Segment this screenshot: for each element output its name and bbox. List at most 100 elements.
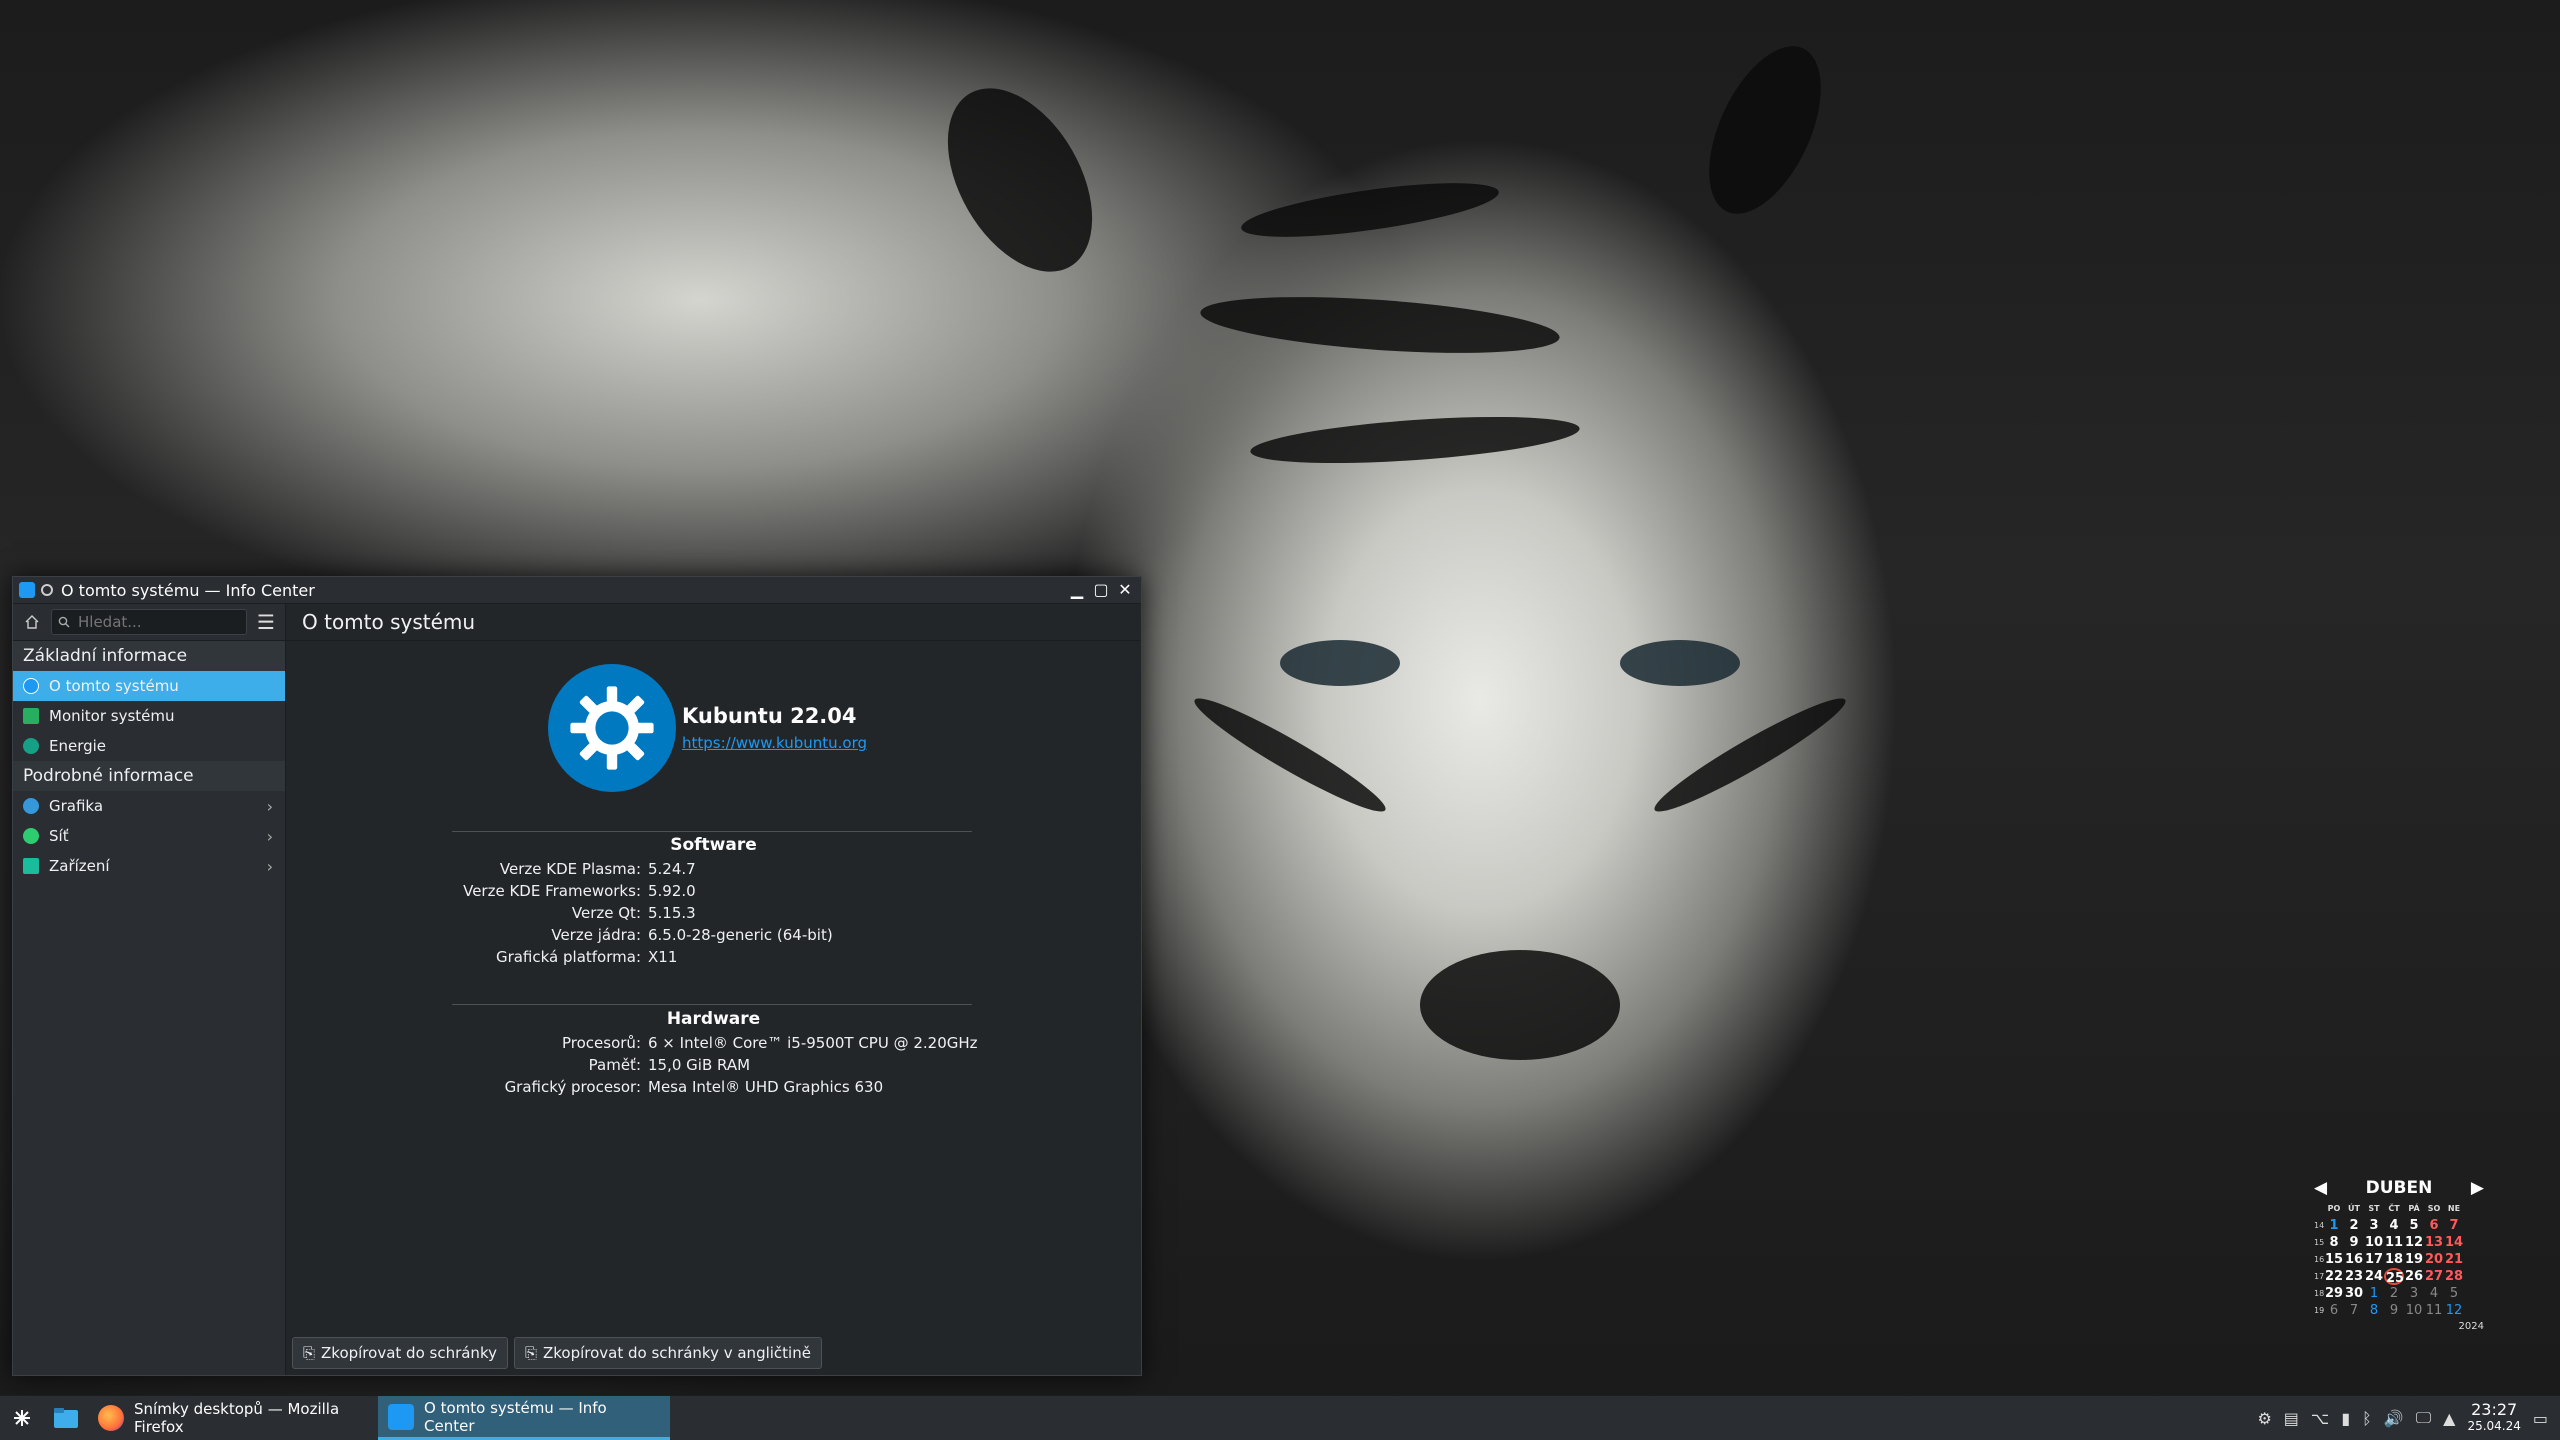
file-manager-button[interactable] bbox=[44, 1396, 88, 1440]
page-title: O tomto systému bbox=[286, 604, 1141, 641]
sidebar-item-system-monitor[interactable]: Monitor systému bbox=[13, 701, 285, 731]
display-icon[interactable]: 🖵 bbox=[2416, 1408, 2431, 1428]
calendar-day-header: PÁ bbox=[2408, 1204, 2420, 1213]
task-firefox[interactable]: Snímky desktopů — Mozilla Firefox bbox=[88, 1396, 378, 1440]
sidebar-item-energy[interactable]: Energie bbox=[13, 731, 285, 761]
calendar-day[interactable]: 2 bbox=[2384, 1285, 2404, 1302]
pin-icon[interactable] bbox=[41, 584, 53, 596]
calendar-day[interactable]: 4 bbox=[2424, 1285, 2444, 1302]
calendar-day-header: ST bbox=[2368, 1204, 2380, 1213]
sidebar-item-network[interactable]: Síť › bbox=[13, 821, 285, 851]
sidebar-item-label: Energie bbox=[49, 737, 107, 755]
minimize-button[interactable]: ▁ bbox=[1067, 580, 1087, 600]
battery-icon[interactable]: ▮ bbox=[2341, 1409, 2350, 1428]
calendar-day[interactable]: 20 bbox=[2424, 1251, 2444, 1268]
calendar-day[interactable]: 7 bbox=[2444, 1217, 2464, 1234]
show-desktop-icon[interactable]: ▭ bbox=[2533, 1409, 2548, 1428]
info-icon bbox=[23, 678, 39, 694]
taskbar: Snímky desktopů — Mozilla Firefox O tomt… bbox=[0, 1395, 2560, 1440]
firefox-icon bbox=[98, 1405, 124, 1431]
software-title: Software bbox=[670, 835, 757, 855]
calendar-day[interactable]: 11 bbox=[2424, 1302, 2444, 1319]
software-row: Verze jádra: 6.5.0-28-generic (64-bit) bbox=[551, 926, 833, 944]
calendar-day[interactable]: 5 bbox=[2444, 1285, 2464, 1302]
kde-connect-icon[interactable]: ⌥ bbox=[2311, 1409, 2329, 1428]
search-box[interactable] bbox=[51, 609, 247, 635]
digital-clock[interactable]: 23:27 25.04.24 bbox=[2467, 1402, 2520, 1434]
calendar-day[interactable]: 27 bbox=[2424, 1268, 2444, 1285]
calendar-day[interactable]: 12 bbox=[2404, 1234, 2424, 1251]
network-icon[interactable]: ⚙ bbox=[2257, 1409, 2271, 1428]
application-launcher-button[interactable] bbox=[0, 1396, 44, 1440]
calendar-day[interactable]: 1 bbox=[2324, 1217, 2344, 1234]
calendar-day[interactable]: 2 bbox=[2344, 1217, 2364, 1234]
volume-icon[interactable]: 🔊 bbox=[2384, 1409, 2404, 1428]
calendar-day[interactable]: 30 bbox=[2344, 1285, 2364, 1302]
calendar-day[interactable]: 3 bbox=[2364, 1217, 2384, 1234]
hamburger-menu-button[interactable]: ☰ bbox=[253, 609, 279, 635]
calendar-day[interactable]: 6 bbox=[2424, 1217, 2444, 1234]
clipboard-icon[interactable]: ▤ bbox=[2284, 1409, 2299, 1428]
bluetooth-icon[interactable]: ᛒ bbox=[2362, 1409, 2372, 1428]
prev-month-button[interactable]: ◀ bbox=[2314, 1178, 2327, 1198]
calendar-day[interactable]: 5 bbox=[2404, 1217, 2424, 1234]
calendar-day[interactable]: 10 bbox=[2364, 1234, 2384, 1251]
copy-to-clipboard-english-button[interactable]: ⎘ Zkopírovat do schránky v angličtině bbox=[513, 1337, 822, 1369]
calendar-day[interactable]: 22 bbox=[2324, 1268, 2344, 1285]
task-info-center[interactable]: O tomto systému — Info Center bbox=[378, 1396, 670, 1440]
calendar-day-header: NE bbox=[2447, 1204, 2461, 1213]
distro-url-link[interactable]: https://www.kubuntu.org bbox=[682, 734, 867, 752]
button-label: Zkopírovat do schránky v angličtině bbox=[543, 1344, 811, 1362]
search-icon bbox=[58, 616, 70, 628]
calendar-week-number: 19 bbox=[2314, 1306, 2325, 1315]
calendar-day[interactable]: 23 bbox=[2344, 1268, 2364, 1285]
calendar-day[interactable]: 26 bbox=[2404, 1268, 2424, 1285]
calendar-day[interactable]: 13 bbox=[2424, 1234, 2444, 1251]
calendar-day[interactable]: 12 bbox=[2444, 1302, 2464, 1319]
calendar-day-header: PO bbox=[2327, 1204, 2341, 1213]
calendar-day[interactable]: 1 bbox=[2364, 1285, 2384, 1302]
section-title: Podrobné informace bbox=[13, 761, 285, 791]
calendar-grid: PO ÚT ST ČT PÁ SO NE 14 1 2 3 4 5 6 7 15 8 9 10 11 12 13 14 16 1… bbox=[2314, 1200, 2484, 1319]
calendar-day[interactable]: 19 bbox=[2404, 1251, 2424, 1268]
window-titlebar[interactable]: O tomto systému — Info Center ▁ ▢ ✕ bbox=[13, 577, 1141, 604]
copy-to-clipboard-button[interactable]: ⎘ Zkopírovat do schránky bbox=[292, 1337, 508, 1369]
calendar-day[interactable]: 11 bbox=[2384, 1234, 2404, 1251]
energy-icon bbox=[23, 738, 39, 754]
calendar-day[interactable]: 4 bbox=[2384, 1217, 2404, 1234]
calendar-day[interactable]: 14 bbox=[2444, 1234, 2464, 1251]
sidebar-item-graphics[interactable]: Grafika › bbox=[13, 791, 285, 821]
close-button[interactable]: ✕ bbox=[1115, 580, 1135, 600]
calendar-day[interactable]: 21 bbox=[2444, 1251, 2464, 1268]
calendar-day[interactable]: 25 bbox=[2384, 1268, 2404, 1286]
calendar-day[interactable]: 16 bbox=[2344, 1251, 2364, 1268]
search-input[interactable] bbox=[76, 612, 230, 632]
tray-expand-icon[interactable]: ▲ bbox=[2443, 1409, 2455, 1428]
calendar-day[interactable]: 28 bbox=[2444, 1268, 2464, 1285]
software-row: Verze KDE Frameworks: 5.92.0 bbox=[463, 882, 696, 900]
distro-header: Kubuntu 22.04 https://www.kubuntu.org bbox=[548, 664, 867, 792]
calendar-day[interactable]: 17 bbox=[2364, 1251, 2384, 1268]
sidebar-item-about[interactable]: O tomto systému bbox=[13, 671, 285, 701]
calendar-day[interactable]: 8 bbox=[2324, 1234, 2344, 1251]
calendar-day[interactable]: 9 bbox=[2344, 1234, 2364, 1251]
info-center-window: O tomto systému — Info Center ▁ ▢ ✕ ☰ Zá… bbox=[12, 576, 1142, 1376]
kubuntu-gear-icon bbox=[570, 686, 654, 770]
calendar-day[interactable]: 29 bbox=[2324, 1285, 2344, 1302]
home-button[interactable] bbox=[19, 609, 45, 635]
calendar-day-header: SO bbox=[2427, 1204, 2441, 1213]
calendar-day[interactable]: 7 bbox=[2344, 1302, 2364, 1319]
calendar-day[interactable]: 18 bbox=[2384, 1251, 2404, 1268]
calendar-day[interactable]: 9 bbox=[2384, 1302, 2404, 1319]
calendar-day[interactable]: 24 bbox=[2364, 1268, 2384, 1285]
sidebar-item-devices[interactable]: Zařízení › bbox=[13, 851, 285, 881]
sidebar: ☰ Základní informace O tomto systému Mon… bbox=[13, 604, 286, 1375]
calendar-day[interactable]: 3 bbox=[2404, 1285, 2424, 1302]
calendar-day[interactable]: 15 bbox=[2324, 1251, 2344, 1268]
calendar-day-header: ČT bbox=[2388, 1204, 2400, 1213]
calendar-day[interactable]: 6 bbox=[2324, 1302, 2344, 1319]
calendar-day[interactable]: 8 bbox=[2364, 1302, 2384, 1319]
maximize-button[interactable]: ▢ bbox=[1091, 580, 1111, 600]
calendar-day[interactable]: 10 bbox=[2404, 1302, 2424, 1319]
next-month-button[interactable]: ▶ bbox=[2471, 1178, 2484, 1198]
